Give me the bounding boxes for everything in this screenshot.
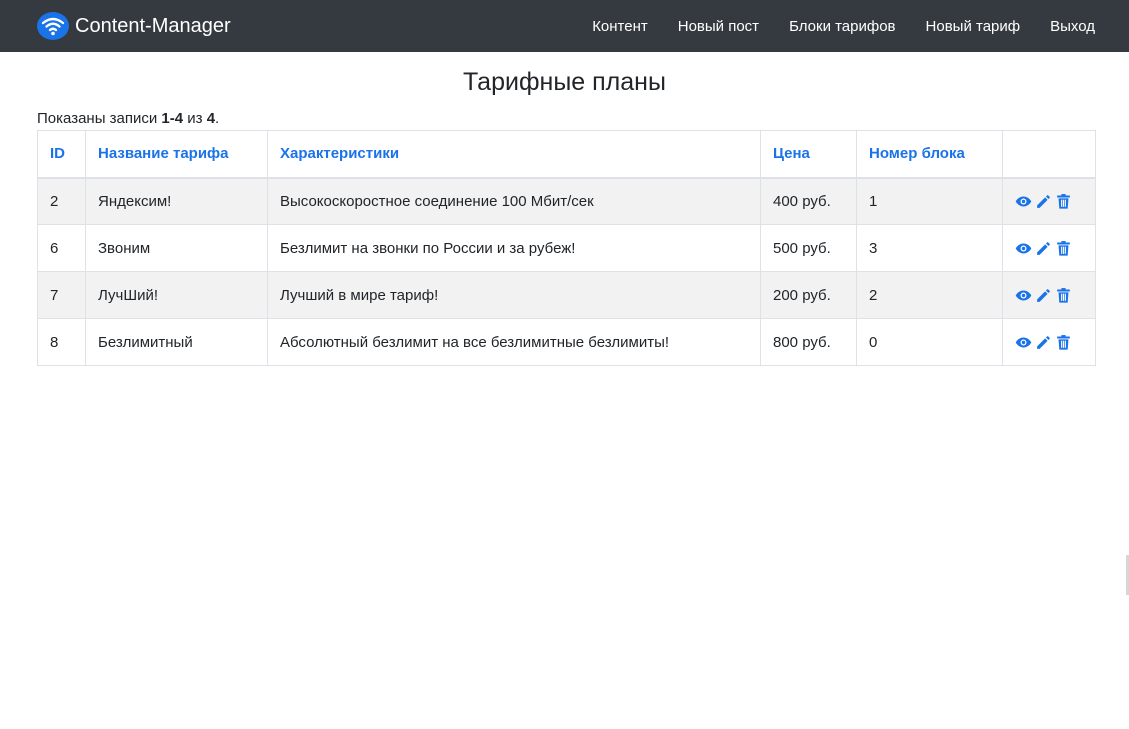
row-actions (1015, 193, 1083, 210)
cell-name: Звоним (85, 224, 268, 272)
brand-text: Content-Manager (75, 14, 231, 37)
delete-button[interactable] (1055, 240, 1072, 257)
cell-features: Высокоскоростное соединение 100 Мбит/сек (267, 177, 761, 225)
cell-id: 7 (37, 271, 86, 319)
cell-id: 2 (37, 177, 86, 225)
cell-id: 8 (37, 318, 86, 366)
summary-middle: из (183, 110, 207, 127)
summary-suffix: . (215, 110, 220, 127)
row-actions (1015, 287, 1083, 304)
eye-icon (1015, 193, 1032, 210)
edit-button[interactable] (1035, 240, 1052, 257)
records-summary: Показаны записи 1-4 из 4. (37, 110, 219, 127)
eye-icon (1015, 287, 1032, 304)
summary-prefix: Показаны записи (37, 110, 162, 127)
cell-features: Безлимит на звонки по России и за рубеж! (267, 224, 761, 272)
sort-id-link[interactable]: ID (50, 145, 65, 162)
view-button[interactable] (1015, 240, 1032, 257)
sort-block-link[interactable]: Номер блока (869, 145, 965, 162)
cell-block: 2 (856, 271, 1003, 319)
pencil-icon (1035, 334, 1052, 351)
delete-button[interactable] (1055, 287, 1072, 304)
nav-menu: Контент Новый пост Блоки тарифов Новый т… (562, 0, 1095, 52)
trash-icon (1055, 193, 1072, 210)
cell-actions (1002, 271, 1096, 319)
column-header-id: ID (37, 130, 86, 179)
cell-price: 400 руб. (760, 177, 857, 225)
summary-range: 1-4 (161, 110, 184, 127)
edit-button[interactable] (1035, 287, 1052, 304)
brand-link[interactable]: Content-Manager (37, 11, 231, 41)
nav-logout[interactable]: Выход (1050, 18, 1095, 35)
table-row: 2 Яндексим! Высокоскоростное соединение 10… (37, 177, 1096, 225)
eye-icon (1015, 240, 1032, 257)
delete-button[interactable] (1055, 193, 1072, 210)
cell-price: 800 руб. (760, 318, 857, 366)
table-row: 7 ЛучШий! Лучший в мире тариф! 200 руб. 2 (37, 271, 1096, 319)
pencil-icon (1035, 240, 1052, 257)
cell-actions (1002, 224, 1096, 272)
page-title: Тарифные планы (463, 68, 666, 96)
cell-actions (1002, 318, 1096, 366)
view-button[interactable] (1015, 287, 1032, 304)
cell-id: 6 (37, 224, 86, 272)
cell-name: ЛучШий! (85, 271, 268, 319)
table-row: 8 Безлимитный Абсолютный безлимит на все б… (37, 318, 1096, 366)
sort-price-link[interactable]: Цена (773, 145, 810, 162)
sort-features-link[interactable]: Характеристики (280, 145, 399, 162)
pencil-icon (1035, 193, 1052, 210)
trash-icon (1055, 240, 1072, 257)
column-header-actions (1002, 130, 1096, 179)
nav-new-post[interactable]: Новый пост (678, 18, 759, 35)
column-header-name: Название тарифа (85, 130, 268, 179)
eye-icon (1015, 334, 1032, 351)
nav-tariff-blocks[interactable]: Блоки тарифов (789, 18, 895, 35)
cell-features: Лучший в мире тариф! (267, 271, 761, 319)
view-button[interactable] (1015, 193, 1032, 210)
delete-button[interactable] (1055, 334, 1072, 351)
trash-icon (1055, 287, 1072, 304)
nav-content[interactable]: Контент (592, 18, 648, 35)
cell-name: Безлимитный (85, 318, 268, 366)
edit-button[interactable] (1035, 334, 1052, 351)
pencil-icon (1035, 287, 1052, 304)
cell-block: 0 (856, 318, 1003, 366)
table-header-row: ID Название тарифа Характеристики Цена Н… (37, 130, 1096, 179)
edit-button[interactable] (1035, 193, 1052, 210)
wifi-icon (37, 12, 69, 40)
tariffs-table: ID Название тарифа Характеристики Цена Н… (37, 130, 1096, 366)
cell-block: 3 (856, 224, 1003, 272)
cell-block: 1 (856, 177, 1003, 225)
cell-price: 500 руб. (760, 224, 857, 272)
cell-actions (1002, 177, 1096, 225)
trash-icon (1055, 334, 1072, 351)
cell-features: Абсолютный безлимит на все безлимитные б… (267, 318, 761, 366)
row-actions (1015, 334, 1083, 351)
top-navbar: Content-Manager Контент Новый пост Блоки… (0, 0, 1129, 52)
cell-name: Яндексим! (85, 177, 268, 225)
sort-name-link[interactable]: Название тарифа (98, 145, 229, 162)
summary-total: 4 (206, 110, 216, 127)
row-actions (1015, 240, 1083, 257)
table-row: 6 Звоним Безлимит на звонки по России и за… (37, 224, 1096, 272)
nav-new-tariff[interactable]: Новый тариф (926, 18, 1021, 35)
column-header-price: Цена (760, 130, 857, 179)
column-header-block: Номер блока (856, 130, 1003, 179)
cell-price: 200 руб. (760, 271, 857, 319)
view-button[interactable] (1015, 334, 1032, 351)
column-header-features: Характеристики (267, 130, 761, 179)
